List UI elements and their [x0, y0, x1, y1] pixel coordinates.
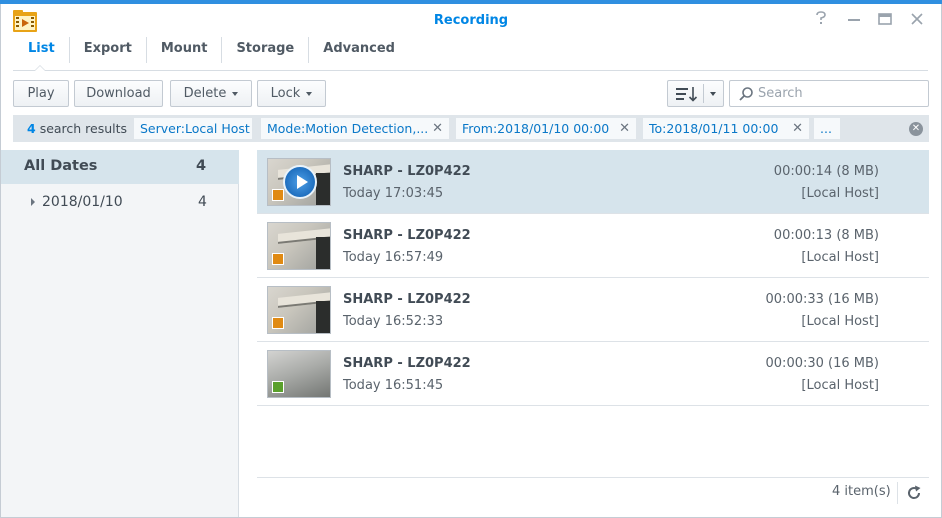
expand-arrow-icon[interactable] — [31, 198, 35, 206]
recording-thumbnail — [267, 222, 331, 270]
camera-name: SHARP - LZ0P422 — [343, 164, 471, 179]
recording-duration: 00:00:33 (16 MB) — [765, 292, 879, 307]
recording-server: [Local Host] — [801, 186, 879, 201]
filter-chip-to[interactable]: To:2018/01/11 00:00 ✕ — [643, 118, 809, 139]
play-button[interactable]: Play — [13, 80, 69, 107]
play-button-label: Play — [27, 86, 55, 101]
recording-server: [Local Host] — [801, 314, 879, 329]
chevron-down-icon — [306, 91, 313, 96]
search-input[interactable]: Search — [729, 80, 929, 107]
download-button-label: Download — [86, 86, 151, 101]
event-type-badge — [272, 381, 284, 393]
filter-chip-label: ... — [820, 121, 832, 136]
filter-chip-from[interactable]: From:2018/01/10 00:00 ✕ — [456, 118, 636, 139]
recording-duration: 00:00:14 (8 MB) — [773, 164, 879, 179]
refresh-icon[interactable] — [905, 484, 923, 502]
clear-filters-icon[interactable]: ✕ — [909, 122, 923, 136]
recording-time: Today 16:52:33 — [343, 314, 444, 329]
minimize-icon[interactable] — [845, 10, 863, 28]
download-button[interactable]: Download — [74, 80, 163, 107]
item-count: 4 item(s) — [832, 484, 891, 499]
camera-name: SHARP - LZ0P422 — [343, 292, 471, 307]
recording-row[interactable]: SHARP - LZ0P422 Today 17:03:45 00:00:14 … — [257, 150, 929, 214]
tab-bar: List Export Mount Storage Advanced — [14, 37, 409, 71]
active-tab-pointer — [34, 65, 46, 71]
tab-export[interactable]: Export — [70, 37, 147, 63]
recording-duration: 00:00:13 (8 MB) — [773, 228, 879, 243]
tab-storage[interactable]: Storage — [222, 37, 310, 63]
camera-name: SHARP - LZ0P422 — [343, 356, 471, 371]
close-icon[interactable] — [908, 10, 926, 28]
date-count: 4 — [198, 194, 207, 210]
recording-server: [Local Host] — [801, 250, 879, 265]
result-count-number: 4 — [27, 121, 36, 136]
filter-bar: 4 search results Server:Local Host Mode:… — [13, 115, 929, 142]
tab-mount[interactable]: Mount — [147, 37, 223, 63]
filter-chip-label: Server:Local Host — [140, 121, 250, 136]
date-label: 2018/01/10 — [42, 194, 123, 210]
help-icon[interactable] — [812, 10, 830, 28]
remove-filter-icon[interactable]: ✕ — [619, 118, 630, 139]
recording-server: [Local Host] — [801, 378, 879, 393]
camera-name: SHARP - LZ0P422 — [343, 228, 471, 243]
window-title: Recording — [433, 13, 509, 28]
filter-chip-more[interactable]: ... — [814, 118, 840, 139]
sort-divider — [703, 84, 704, 103]
search-icon — [739, 87, 753, 101]
footer-divider — [257, 477, 929, 478]
recording-list: SHARP - LZ0P422 Today 17:03:45 00:00:14 … — [257, 150, 929, 406]
all-dates-label: All Dates — [24, 158, 98, 174]
thumbnail-scene — [316, 237, 330, 269]
recording-row[interactable]: SHARP - LZ0P422 Today 16:57:49 00:00:13 … — [257, 214, 929, 278]
result-count: 4 search results — [27, 121, 127, 136]
result-count-label: search results — [39, 121, 128, 136]
recording-thumbnail — [267, 286, 331, 334]
lock-button-label: Lock — [270, 86, 301, 101]
chevron-down-icon[interactable] — [710, 92, 716, 96]
maximize-icon[interactable] — [876, 10, 894, 28]
all-dates-count: 4 — [196, 158, 207, 174]
filter-chip-label: Mode:Motion Detection,... — [267, 121, 429, 136]
filter-chip-label: To:2018/01/11 00:00 — [649, 121, 779, 136]
event-type-badge — [272, 253, 284, 265]
all-dates-item[interactable]: All Dates 4 — [1, 150, 239, 184]
recording-duration: 00:00:30 (16 MB) — [765, 356, 879, 371]
thumbnail-scene — [316, 301, 330, 333]
tab-divider — [13, 70, 928, 71]
filter-chip-label: From:2018/01/10 00:00 — [462, 121, 610, 136]
recording-time: Today 16:57:49 — [343, 250, 444, 265]
lock-button[interactable]: Lock — [257, 80, 326, 107]
recording-time: Today 17:03:45 — [343, 186, 444, 201]
sort-icon — [676, 87, 698, 102]
delete-button-label: Delete — [183, 86, 227, 101]
play-overlay-icon[interactable] — [283, 165, 317, 199]
filter-chip-server[interactable]: Server:Local Host — [134, 118, 252, 139]
remove-filter-icon[interactable]: ✕ — [432, 118, 443, 139]
footer-separator — [897, 482, 898, 504]
event-type-badge — [272, 189, 284, 201]
recording-thumbnail — [267, 350, 331, 398]
recording-time: Today 16:51:45 — [343, 378, 444, 393]
search-placeholder: Search — [758, 86, 803, 101]
recording-row[interactable]: SHARP - LZ0P422 Today 16:51:45 00:00:30 … — [257, 342, 929, 406]
sort-button[interactable] — [667, 80, 724, 107]
tab-list[interactable]: List — [14, 37, 70, 63]
delete-button[interactable]: Delete — [170, 80, 252, 107]
thumbnail-scene — [316, 173, 330, 205]
chevron-down-icon — [232, 91, 239, 96]
recording-thumbnail — [267, 158, 331, 206]
filter-chip-mode[interactable]: Mode:Motion Detection,... ✕ — [261, 118, 449, 139]
recording-row[interactable]: SHARP - LZ0P422 Today 16:52:33 00:00:33 … — [257, 278, 929, 342]
tab-advanced[interactable]: Advanced — [309, 37, 409, 63]
event-type-badge — [272, 317, 284, 329]
remove-filter-icon[interactable]: ✕ — [792, 118, 803, 139]
date-panel: All Dates 4 2018/01/10 4 — [1, 150, 239, 517]
